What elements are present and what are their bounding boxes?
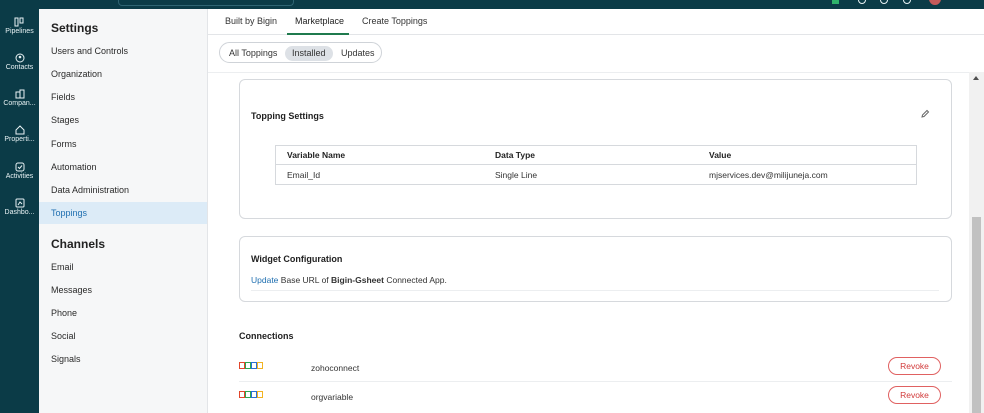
rail-label: Compan... <box>3 100 36 107</box>
column-header-variable-name: Variable Name <box>287 150 346 160</box>
sidebar-item-automation[interactable]: Automation <box>39 156 207 178</box>
widget-configuration-title: Widget Configuration <box>251 254 343 264</box>
divider <box>208 72 969 73</box>
column-header-data-type: Data Type <box>495 150 535 160</box>
green-status-icon[interactable] <box>832 0 842 5</box>
channels-heading: Channels <box>51 237 106 251</box>
filter-installed[interactable]: Installed <box>285 46 333 61</box>
widget-text-before: Base URL of <box>280 275 329 285</box>
companies-icon <box>15 89 24 99</box>
activities-icon <box>15 162 24 172</box>
sidebar-item-phone[interactable]: Phone <box>39 302 207 324</box>
sidebar-item-email[interactable]: Email <box>39 256 207 278</box>
sidebar-item-fields[interactable]: Fields <box>39 86 207 108</box>
contacts-icon <box>15 53 24 63</box>
rail-label: Pipelines <box>5 28 34 35</box>
data-type-cell: Single Line <box>495 170 538 180</box>
zoho-logo-icon <box>239 391 263 398</box>
global-search[interactable] <box>118 0 294 6</box>
connection-row: orgvariable Revoke <box>239 383 952 411</box>
settings-icon[interactable] <box>880 0 890 5</box>
tab-create-toppings[interactable]: Create Toppings <box>362 16 427 26</box>
revoke-button[interactable]: Revoke <box>888 386 941 404</box>
divider <box>239 381 952 382</box>
settings-heading: Settings <box>51 21 99 35</box>
table-header: Variable Name Data Type Value <box>276 146 916 165</box>
rail-item-companies[interactable]: Compan... <box>0 89 39 107</box>
active-tab-indicator <box>287 33 349 35</box>
sidebar-item-messages[interactable]: Messages <box>39 279 207 301</box>
rail-item-activities[interactable]: Activities <box>0 162 39 180</box>
pipelines-icon <box>14 17 23 27</box>
app-nav-rail: Pipelines Contacts Compan... Properti...… <box>0 9 39 413</box>
main-panel: Built by Bigin Marketplace Create Toppin… <box>208 9 984 413</box>
settings-sidebar: Settings Users and Controls Organization… <box>39 9 208 413</box>
rail-label: Activities <box>5 173 34 180</box>
top-bar <box>0 0 984 9</box>
vertical-scrollbar[interactable] <box>969 72 984 413</box>
widget-configuration-card: Widget Configuration Update Base URL of … <box>239 236 952 302</box>
filter-all-toppings[interactable]: All Toppings <box>222 46 284 61</box>
sidebar-item-toppings[interactable]: Toppings <box>39 202 207 224</box>
sidebar-item-users-and-controls[interactable]: Users and Controls <box>39 40 207 62</box>
connections-title: Connections <box>239 331 294 341</box>
edit-pencil-icon[interactable] <box>920 109 930 119</box>
column-header-value: Value <box>709 150 732 160</box>
update-link[interactable]: Update <box>251 275 278 285</box>
scrollbar-thumb[interactable] <box>972 217 981 413</box>
properties-icon <box>15 125 24 135</box>
topping-settings-title: Topping Settings <box>251 111 324 121</box>
value-cell: mjservices.dev@milijuneja.com <box>709 170 828 180</box>
add-icon[interactable] <box>858 0 868 5</box>
sidebar-item-social[interactable]: Social <box>39 325 207 347</box>
sidebar-item-organization[interactable]: Organization <box>39 63 207 85</box>
rail-label: Contacts <box>5 64 34 71</box>
tab-marketplace[interactable]: Marketplace <box>295 16 344 26</box>
widget-config-text: Update Base URL of Bigin-Gsheet Connecte… <box>251 275 447 285</box>
sidebar-item-data-administration[interactable]: Data Administration <box>39 179 207 201</box>
help-icon[interactable] <box>903 0 913 5</box>
connection-name: orgvariable <box>311 392 354 402</box>
zoho-logo-icon <box>239 362 263 369</box>
sidebar-item-signals[interactable]: Signals <box>39 348 207 370</box>
scroll-up-arrow-icon[interactable] <box>973 76 979 80</box>
variable-name-cell: Email_Id <box>287 170 321 180</box>
rail-label: Dashbo... <box>4 209 35 216</box>
rail-item-pipelines[interactable]: Pipelines <box>0 17 39 35</box>
divider <box>251 290 939 291</box>
rail-label: Properti... <box>4 136 35 143</box>
tab-built-by-bigin[interactable]: Built by Bigin <box>225 16 277 26</box>
installed-filter-toggle: All Toppings Installed Updates <box>219 42 382 63</box>
rail-item-dashboards[interactable]: Dashbo... <box>0 198 39 216</box>
sidebar-item-stages[interactable]: Stages <box>39 109 207 131</box>
widget-text-after: Connected App. <box>386 275 447 285</box>
connection-row: zohoconnect Revoke <box>239 354 952 382</box>
toppings-tabs: Built by Bigin Marketplace Create Toppin… <box>208 9 984 35</box>
connected-app-name: Bigin-Gsheet <box>331 275 384 285</box>
filter-updates[interactable]: Updates <box>334 46 382 61</box>
variables-table: Variable Name Data Type Value Email_Id S… <box>275 145 917 185</box>
rail-item-contacts[interactable]: Contacts <box>0 53 39 71</box>
connection-name: zohoconnect <box>311 363 360 373</box>
rail-item-properties[interactable]: Properti... <box>0 125 39 143</box>
avatar[interactable] <box>928 0 942 5</box>
sidebar-item-forms[interactable]: Forms <box>39 133 207 155</box>
revoke-button[interactable]: Revoke <box>888 357 941 375</box>
topping-settings-card: Topping Settings Variable Name Data Type… <box>239 79 952 219</box>
dashboards-icon <box>15 198 24 208</box>
